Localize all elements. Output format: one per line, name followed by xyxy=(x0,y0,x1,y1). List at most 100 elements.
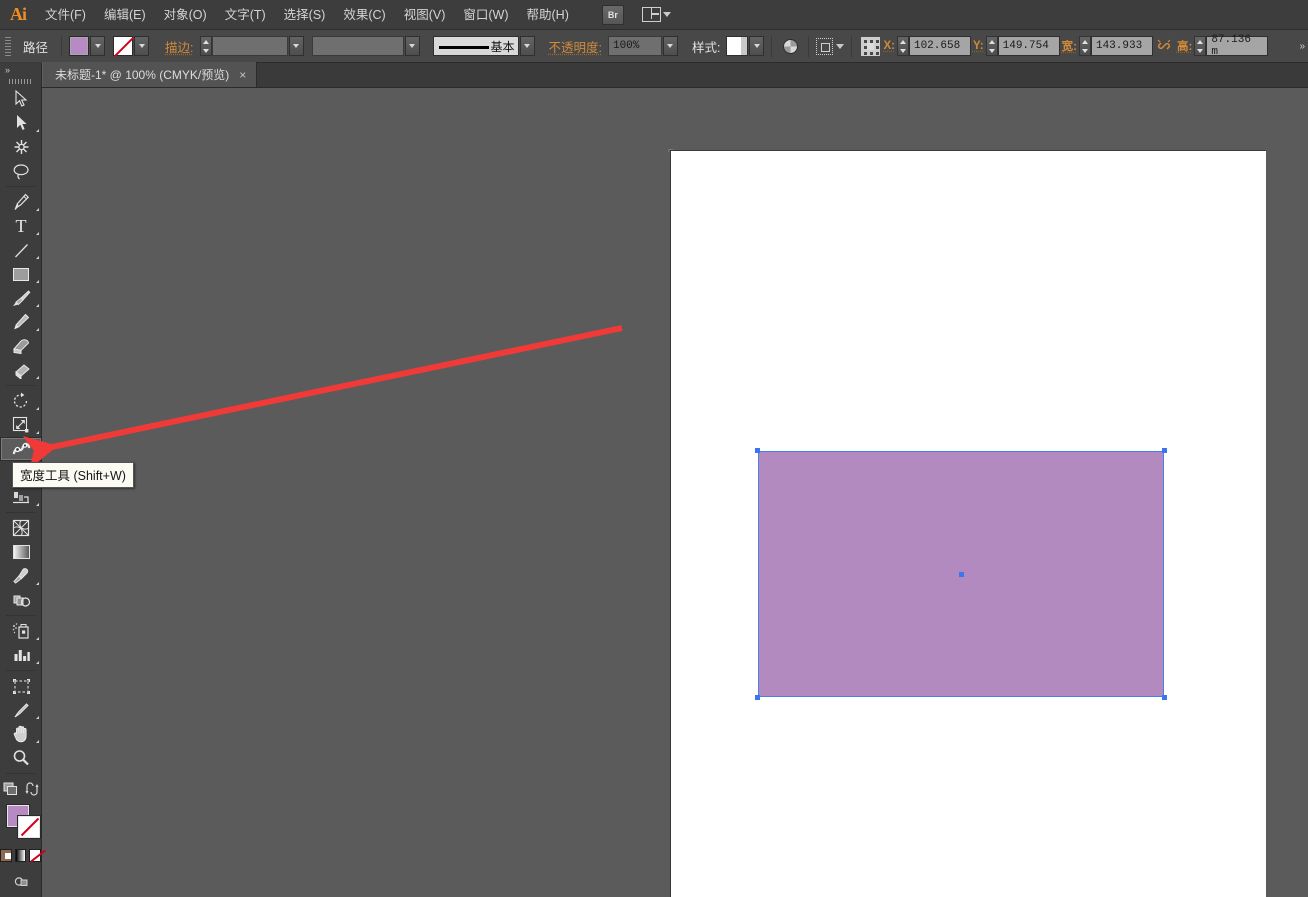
menu-effect[interactable]: 效果(C) xyxy=(334,0,394,30)
opacity-label[interactable]: 不透明度: xyxy=(543,37,608,56)
graphic-style-control[interactable] xyxy=(726,36,764,56)
constrain-proportions-button[interactable] xyxy=(1153,35,1175,57)
opacity-field[interactable]: 100% xyxy=(608,36,662,56)
width-field[interactable]: 143.933 xyxy=(1091,36,1153,56)
resize-handle-bottom-right[interactable] xyxy=(1162,695,1167,700)
width-control[interactable]: 143.933 xyxy=(1079,36,1153,56)
menu-help[interactable]: 帮助(H) xyxy=(518,0,578,30)
pen-tool[interactable] xyxy=(0,190,42,214)
menu-edit[interactable]: 编辑(E) xyxy=(95,0,155,30)
hand-tool[interactable] xyxy=(0,722,42,746)
selection-tool[interactable] xyxy=(0,87,42,111)
scale-tool[interactable] xyxy=(0,413,42,437)
resize-handle-top-left[interactable] xyxy=(755,448,760,453)
align-control[interactable] xyxy=(816,38,844,55)
perspective-grid-tool[interactable] xyxy=(0,485,42,509)
brush-preview[interactable]: 基本 xyxy=(433,36,519,56)
opacity-control[interactable]: 100% xyxy=(608,36,678,56)
stroke-weight-dropdown[interactable] xyxy=(289,36,304,56)
close-icon[interactable]: × xyxy=(237,68,248,82)
resize-handle-bottom-left[interactable] xyxy=(755,695,760,700)
fill-swatch[interactable] xyxy=(69,36,89,56)
stroke-label[interactable]: 描边: xyxy=(159,37,199,56)
bridge-button[interactable]: Br xyxy=(602,5,624,25)
menu-file[interactable]: 文件(F) xyxy=(36,0,95,30)
opacity-mask-button[interactable] xyxy=(779,35,801,57)
tool-tooltip: 宽度工具 (Shift+W) xyxy=(12,462,134,488)
line-segment-tool[interactable] xyxy=(0,238,42,262)
resize-handle-top-right[interactable] xyxy=(1162,448,1167,453)
opacity-dropdown[interactable] xyxy=(663,36,678,56)
y-position-control[interactable]: 149.754 xyxy=(986,36,1060,56)
blend-tool[interactable] xyxy=(0,588,42,612)
pencil-tool[interactable] xyxy=(0,310,42,334)
lasso-tool[interactable] xyxy=(0,159,42,183)
x-position-control[interactable]: 102.658 xyxy=(897,36,971,56)
zoom-tool[interactable] xyxy=(0,746,42,770)
x-field[interactable]: 102.658 xyxy=(909,36,971,56)
stroke-profile-dropdown[interactable] xyxy=(405,36,420,56)
stroke-weight-stepper[interactable] xyxy=(200,36,212,56)
tools-panel-grip[interactable] xyxy=(0,76,41,87)
chevron-down-icon xyxy=(95,44,101,48)
workspace-switcher[interactable] xyxy=(642,7,671,22)
control-bar-grip[interactable] xyxy=(3,35,13,57)
draw-mode-button[interactable] xyxy=(0,869,42,893)
menu-window[interactable]: 窗口(W) xyxy=(454,0,517,30)
eyedropper-tool[interactable] xyxy=(0,564,42,588)
menu-select[interactable]: 选择(S) xyxy=(275,0,335,30)
stroke-profile-control[interactable] xyxy=(312,36,420,56)
graphic-style-swatch[interactable] xyxy=(726,36,748,56)
swap-fill-stroke-button[interactable] xyxy=(21,777,42,801)
none-icon[interactable] xyxy=(29,849,41,862)
width-tool[interactable] xyxy=(0,437,42,461)
artboard-tool[interactable] xyxy=(0,674,42,698)
brush-definition-control[interactable]: 基本 xyxy=(433,36,535,56)
stroke-weight-control[interactable] xyxy=(200,36,304,56)
column-graph-tool[interactable] xyxy=(0,643,42,667)
height-stepper[interactable] xyxy=(1194,36,1206,56)
stroke-none-swatch[interactable] xyxy=(113,36,133,56)
magic-wand-tool[interactable] xyxy=(0,135,42,159)
symbol-sprayer-tool[interactable] xyxy=(0,619,42,643)
paintbrush-tool[interactable] xyxy=(0,286,42,310)
rotate-tool[interactable] xyxy=(0,389,42,413)
document-canvas[interactable]: ⌐ xyxy=(42,88,1308,897)
rectangle-tool[interactable] xyxy=(0,262,42,286)
type-tool[interactable]: T xyxy=(0,214,42,238)
change-screen-mode-button[interactable] xyxy=(0,777,21,801)
graphic-style-dropdown[interactable] xyxy=(749,36,764,56)
y-field[interactable]: 149.754 xyxy=(998,36,1060,56)
stroke-profile-field[interactable] xyxy=(312,36,404,56)
tools-panel-collapse-button[interactable]: » xyxy=(0,63,41,76)
chevron-down-icon xyxy=(139,44,145,48)
gradient-tool[interactable] xyxy=(0,540,42,564)
blob-brush-tool[interactable] xyxy=(0,334,42,358)
selected-rectangle[interactable] xyxy=(758,451,1164,697)
fill-color-control[interactable] xyxy=(69,36,105,56)
toolbar-stroke-swatch[interactable] xyxy=(18,816,40,838)
y-stepper[interactable] xyxy=(986,36,998,56)
transform-button[interactable] xyxy=(859,35,881,57)
slice-tool[interactable] xyxy=(0,698,42,722)
fill-stroke-control[interactable] xyxy=(0,803,42,847)
color-swatch-icon[interactable] xyxy=(0,849,12,862)
brush-dropdown[interactable] xyxy=(520,36,535,56)
stroke-dropdown-button[interactable] xyxy=(134,36,149,56)
height-control[interactable]: 87.136 m xyxy=(1194,36,1268,56)
menu-object[interactable]: 对象(O) xyxy=(155,0,216,30)
menu-type[interactable]: 文字(T) xyxy=(216,0,275,30)
mesh-tool[interactable] xyxy=(0,516,42,540)
stroke-weight-field[interactable] xyxy=(212,36,288,56)
height-field[interactable]: 87.136 m xyxy=(1206,36,1268,56)
control-bar-overflow-chevron[interactable]: » xyxy=(1299,42,1308,51)
menu-view[interactable]: 视图(V) xyxy=(395,0,455,30)
document-tab[interactable]: 未标题-1* @ 100% (CMYK/预览) × xyxy=(42,62,257,87)
eraser-tool[interactable] xyxy=(0,358,42,382)
stroke-color-control[interactable] xyxy=(113,36,149,56)
fill-dropdown-button[interactable] xyxy=(90,36,105,56)
width-stepper[interactable] xyxy=(1079,36,1091,56)
gradient-icon[interactable] xyxy=(15,849,27,862)
x-stepper[interactable] xyxy=(897,36,909,56)
direct-selection-tool[interactable] xyxy=(0,111,42,135)
